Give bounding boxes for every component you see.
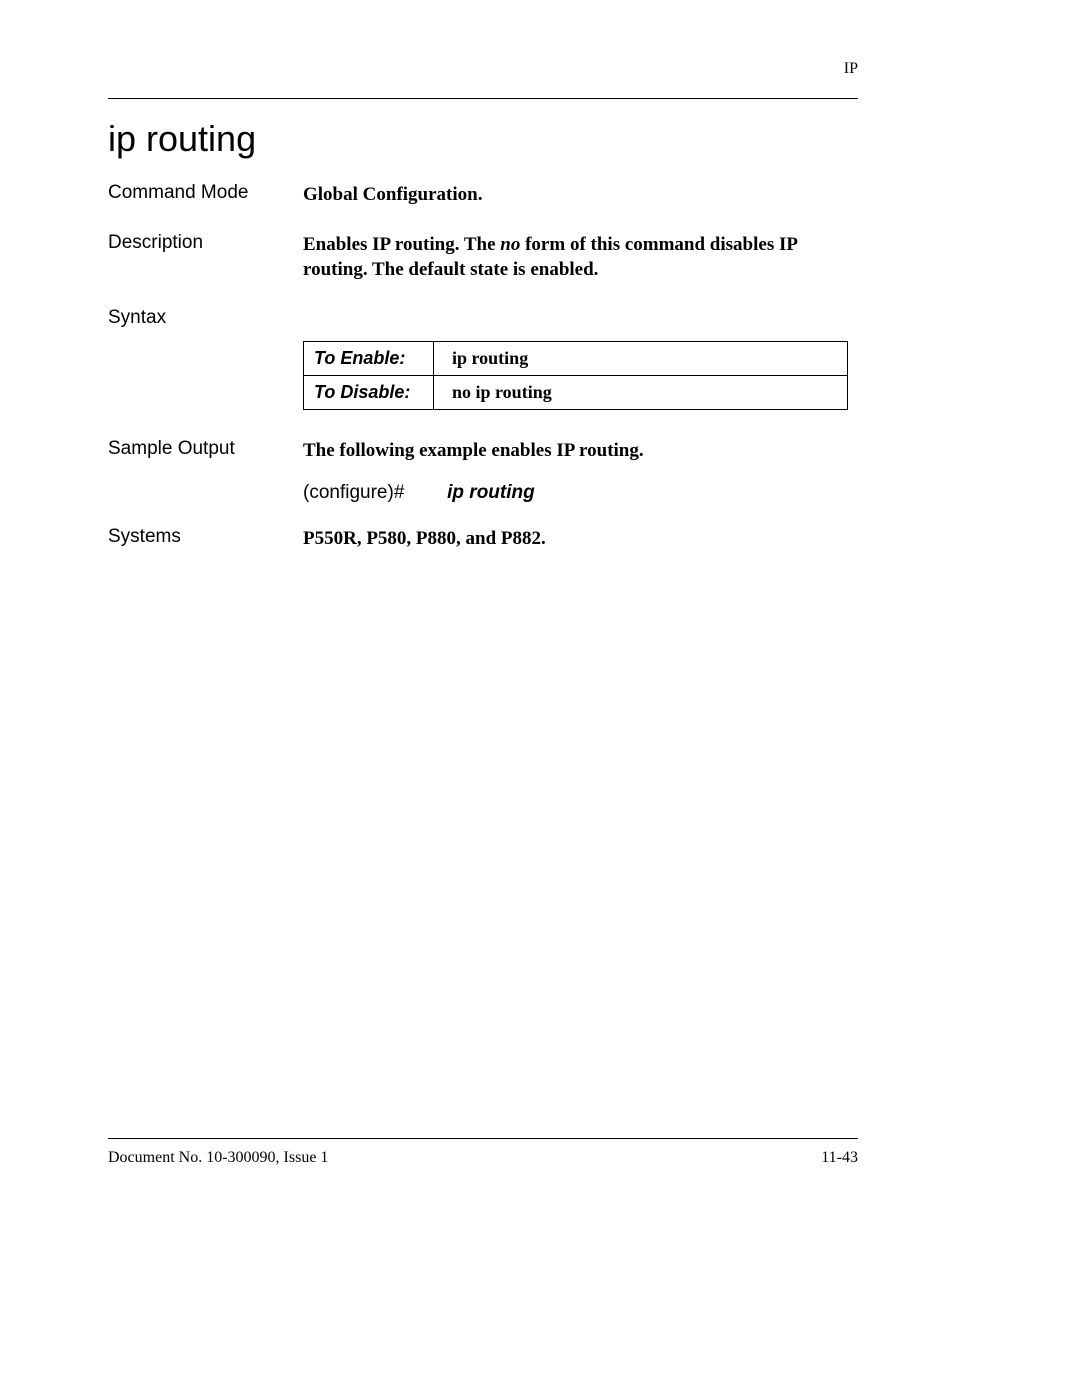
- footer-text: Document No. 10-300090, Issue 1 11-43: [108, 1149, 858, 1167]
- syntax-command-disable: no ip routing: [434, 375, 848, 409]
- label-description: Description: [108, 232, 303, 254]
- syntax-table: To Enable: ip routing To Disable: no ip …: [303, 341, 848, 410]
- footer-doc: Document No. 10-300090, Issue 1: [108, 1149, 328, 1167]
- label-command-mode: Command Mode: [108, 182, 303, 204]
- syntax-command-enable: ip routing: [434, 341, 848, 375]
- value-description: Enables IP routing. The no form of this …: [303, 232, 858, 283]
- sample-prompt: (configure)#: [303, 482, 404, 504]
- desc-no: no: [500, 234, 520, 255]
- row-sample-output: Sample Output The following example enab…: [108, 438, 858, 464]
- syntax-header-disable: To Disable:: [304, 375, 434, 409]
- table-row: To Enable: ip routing: [304, 341, 848, 375]
- sample-block: (configure)# ip routing: [303, 482, 858, 504]
- header-section: IP: [844, 60, 858, 78]
- table-row: To Disable: no ip routing: [304, 375, 848, 409]
- value-sample-output: The following example enables IP routing…: [303, 438, 858, 464]
- page-title: ip routing: [108, 118, 256, 160]
- value-command-mode: Global Configuration.: [303, 182, 858, 208]
- top-rule: [108, 98, 858, 99]
- sample-command: ip routing: [447, 482, 535, 504]
- syntax-header-enable: To Enable:: [304, 341, 434, 375]
- row-syntax: Syntax: [108, 307, 858, 329]
- footer-rule: [108, 1138, 858, 1139]
- label-syntax: Syntax: [108, 307, 303, 329]
- row-systems: Systems P550R, P580, P880, and P882.: [108, 526, 858, 552]
- row-description: Description Enables IP routing. The no f…: [108, 232, 858, 283]
- row-command-mode: Command Mode Global Configuration.: [108, 182, 858, 208]
- value-systems: P550R, P580, P880, and P882.: [303, 526, 858, 552]
- content: Command Mode Global Configuration. Descr…: [108, 182, 858, 575]
- label-systems: Systems: [108, 526, 303, 548]
- footer: Document No. 10-300090, Issue 1 11-43: [108, 1138, 858, 1167]
- footer-page: 11-43: [821, 1149, 858, 1167]
- desc-part1: Enables IP routing. The: [303, 234, 500, 255]
- label-sample-output: Sample Output: [108, 438, 303, 460]
